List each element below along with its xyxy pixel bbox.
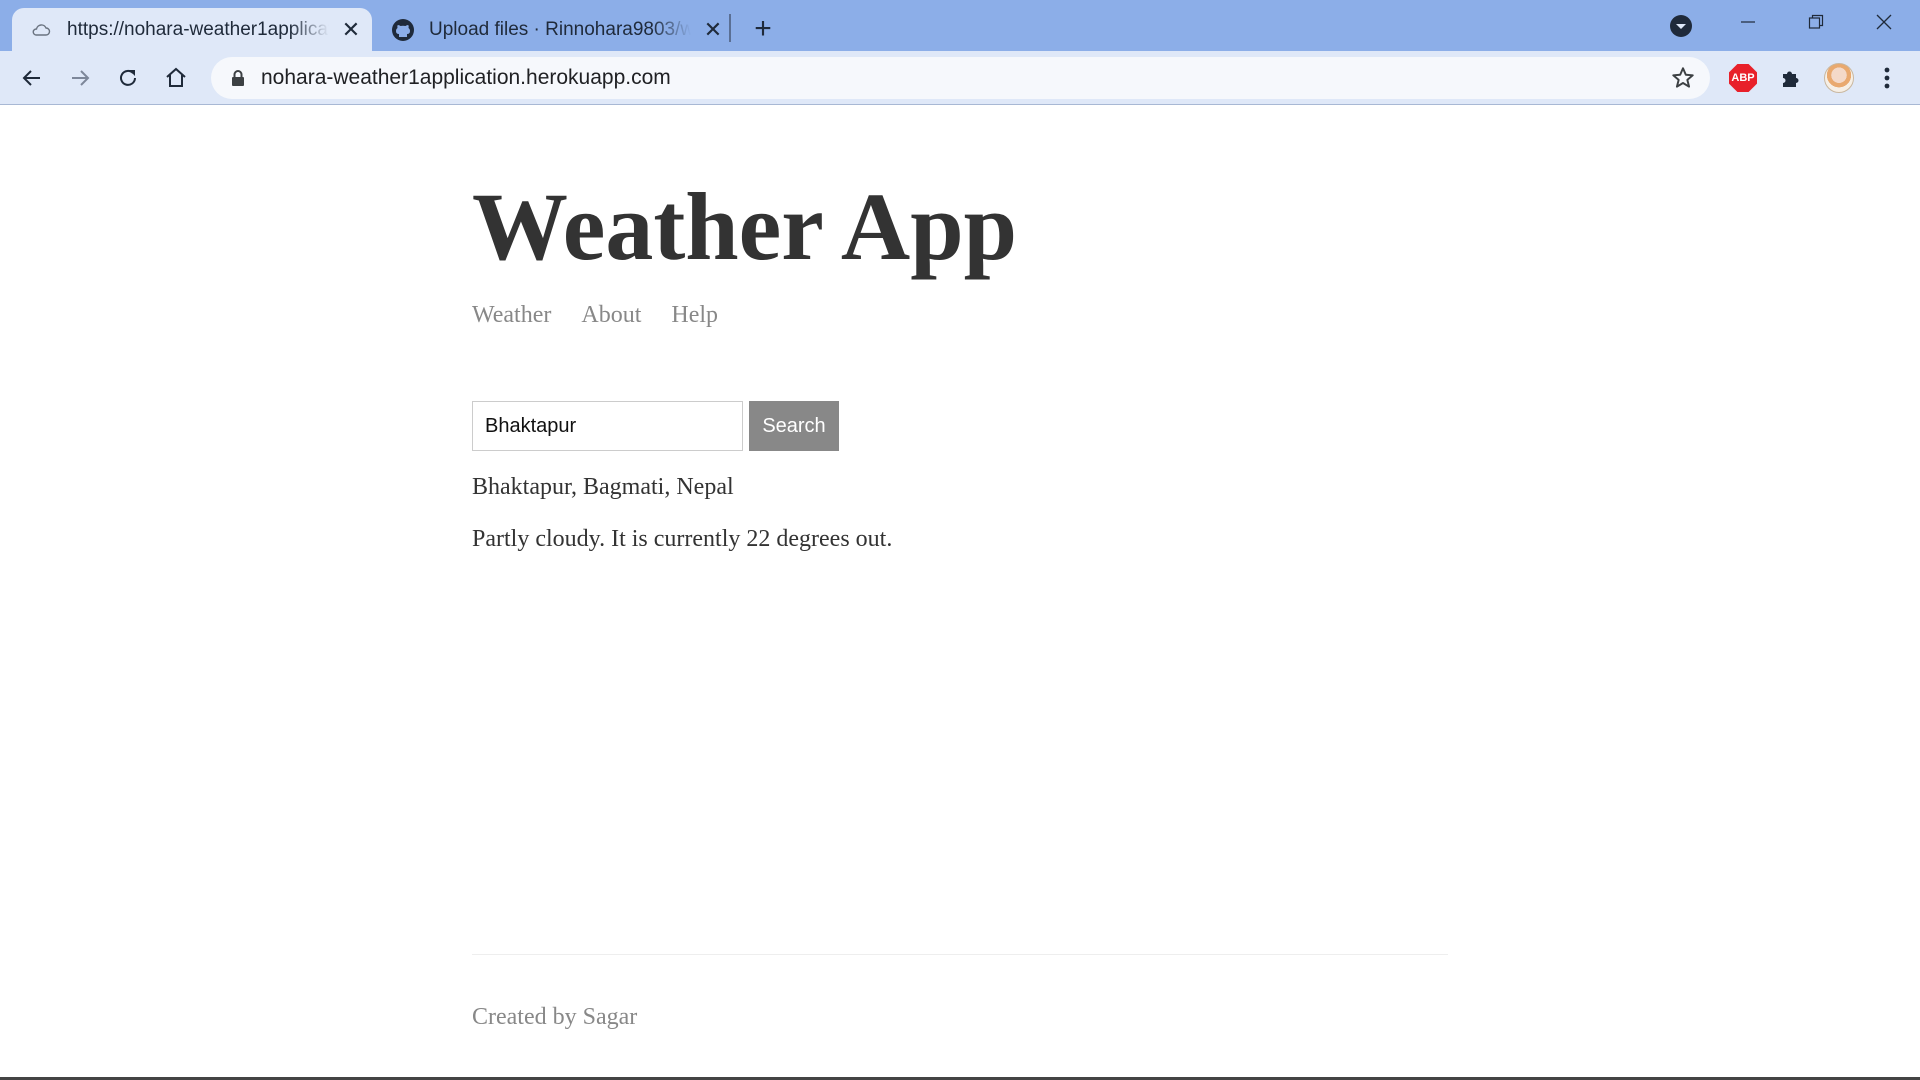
footer-divider: [472, 954, 1448, 955]
profile-avatar[interactable]: [1823, 62, 1855, 94]
close-window-icon[interactable]: [1850, 0, 1918, 44]
nav-link-about[interactable]: About: [581, 302, 641, 329]
reload-icon[interactable]: [112, 62, 144, 94]
lock-icon[interactable]: [228, 68, 248, 88]
search-form: Search: [472, 401, 839, 451]
tab-strip: https://nohara-weather1application.herok…: [0, 0, 1920, 51]
tab-title: Upload files · Rinnohara9803/weather-app: [429, 18, 691, 40]
extensions-puzzle-icon[interactable]: [1775, 62, 1807, 94]
browser-toolbar: nohara-weather1application.herokuapp.com…: [0, 51, 1920, 105]
tab-github-upload[interactable]: Upload files · Rinnohara9803/weather-app…: [374, 8, 728, 51]
browser-menu-icon[interactable]: [1871, 62, 1903, 94]
bookmark-star-icon[interactable]: [1670, 65, 1696, 91]
adblock-extension-icon[interactable]: ABP: [1727, 62, 1759, 94]
forecast-result: Partly cloudy. It is currently 22 degree…: [472, 526, 893, 552]
tab-separator: [729, 14, 731, 42]
close-tab-icon[interactable]: ✕: [701, 17, 725, 42]
location-search-input[interactable]: [472, 401, 743, 451]
page-content: Weather App Weather About Help Search Bh…: [0, 106, 1920, 1080]
address-url[interactable]: nohara-weather1application.herokuapp.com: [261, 57, 671, 99]
tab-search-icon[interactable]: [1669, 14, 1693, 38]
search-button[interactable]: Search: [749, 401, 839, 451]
footer-credit: Created by Sagar: [472, 1004, 638, 1030]
close-tab-icon[interactable]: ✕: [339, 17, 363, 42]
new-tab-button[interactable]: +: [746, 12, 780, 46]
site-nav: Weather About Help: [472, 302, 718, 329]
github-icon: [391, 18, 415, 42]
cloud-icon: [29, 18, 53, 42]
location-result: Bhaktapur, Bagmati, Nepal: [472, 474, 734, 500]
page-title: Weather App: [472, 173, 1017, 280]
tab-title: https://nohara-weather1application.herok…: [67, 18, 329, 40]
tab-weather-app[interactable]: https://nohara-weather1application.herok…: [12, 8, 372, 51]
nav-link-help[interactable]: Help: [671, 302, 718, 329]
address-bar[interactable]: nohara-weather1application.herokuapp.com: [211, 57, 1710, 99]
restore-window-icon[interactable]: [1782, 0, 1850, 44]
home-icon[interactable]: [160, 62, 192, 94]
forward-arrow-icon[interactable]: [64, 62, 96, 94]
minimize-window-icon[interactable]: [1714, 0, 1782, 44]
nav-link-weather[interactable]: Weather: [472, 302, 551, 329]
back-arrow-icon[interactable]: [16, 62, 48, 94]
